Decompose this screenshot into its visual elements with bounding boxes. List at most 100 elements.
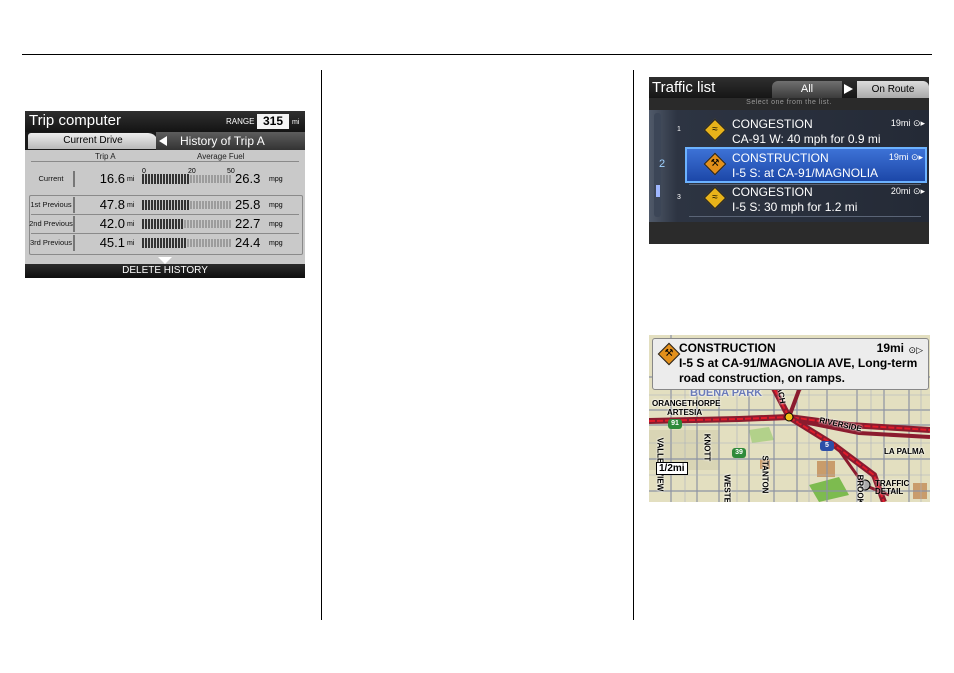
traffic-item-selected[interactable]: 2 ⚒ CONSTRUCTION 19mi ⊙▸ I-5 S: at CA-91/MAG… bbox=[659, 147, 927, 183]
fuel-bar-segment bbox=[175, 238, 177, 248]
fuel-bar-segment bbox=[220, 239, 222, 247]
fuel-bar-segment bbox=[172, 200, 174, 210]
fuel-bar-segment bbox=[199, 239, 201, 247]
tab-all[interactable]: All bbox=[772, 81, 842, 98]
fuel-bar-segment bbox=[157, 174, 159, 184]
fuel-bar-segment bbox=[151, 219, 153, 229]
fuel-bar-segment bbox=[163, 174, 165, 184]
fuel-bar-segment bbox=[217, 175, 219, 183]
fuel-bar-segment bbox=[145, 238, 147, 248]
map-label-orangethorpe: ORANGETHORPE bbox=[652, 399, 721, 408]
map-label-artesia: ARTESIA bbox=[667, 408, 703, 417]
fuel-bar-segment bbox=[151, 200, 153, 210]
traffic-item[interactable]: 3 ≈ CONGESTION 20mi ⊙▸ I-5 S: 30 mph for 1.2… bbox=[677, 183, 927, 215]
fuel-bar-segment bbox=[193, 175, 195, 183]
row-label: 2nd Previous bbox=[29, 216, 75, 232]
row-divider bbox=[31, 233, 299, 234]
range-value: 315 bbox=[257, 114, 289, 129]
hint-text: Select one from the list. bbox=[746, 99, 832, 106]
fuel-bar-segment bbox=[196, 201, 198, 209]
item-number: 1 bbox=[677, 126, 681, 133]
fuel-bar-segment bbox=[184, 174, 186, 184]
fuel-bar-segment bbox=[148, 238, 150, 248]
tab-current-drive[interactable]: Current Drive bbox=[28, 133, 158, 149]
fuel-bar-segment bbox=[199, 201, 201, 209]
trip-unit: mi bbox=[127, 240, 135, 247]
fuel-bar-segment bbox=[181, 174, 183, 184]
fuel-bar-segment bbox=[184, 220, 186, 228]
fuel-bar-segment bbox=[163, 219, 165, 229]
fuel-bar-segment bbox=[199, 175, 201, 183]
fuel-bar-segment bbox=[154, 219, 156, 229]
play-arrow-icon bbox=[844, 84, 853, 94]
fuel-bar-segment bbox=[205, 201, 207, 209]
fuel-bar-segment bbox=[151, 174, 153, 184]
avg-fuel-value: 26.3 bbox=[235, 171, 261, 186]
fuel-bar-segment bbox=[178, 174, 180, 184]
fuel-bar-segment bbox=[166, 238, 168, 248]
trip-row-1st: 1st Previous 47.8 mi 25.8 mpg bbox=[29, 197, 301, 213]
avg-fuel-value: 25.8 bbox=[235, 197, 261, 212]
fuel-bar-segment bbox=[172, 174, 174, 184]
fuel-bar-segment bbox=[211, 239, 213, 247]
column-divider-1 bbox=[321, 70, 322, 620]
map-label-brookhurst: BROOK bbox=[855, 474, 865, 502]
fuel-bar-segment bbox=[220, 201, 222, 209]
traffic-item[interactable]: 1 ≈ CONGESTION 19mi ⊙▸ CA-91 W: 40 mph for 0… bbox=[677, 115, 927, 147]
fuel-bar-segment bbox=[160, 219, 162, 229]
fuel-bar-segment bbox=[169, 219, 171, 229]
fuel-bar-segment bbox=[223, 239, 225, 247]
fuel-bar-segment bbox=[157, 219, 159, 229]
fuel-bar-segment bbox=[163, 238, 165, 248]
item-divider bbox=[689, 216, 921, 217]
col-trip-header: Trip A bbox=[95, 152, 116, 161]
incident-detail: I-5 S: 30 mph for 1.2 mi bbox=[732, 200, 858, 214]
fuel-bar-segment bbox=[175, 200, 177, 210]
fuel-bar-segment bbox=[190, 220, 192, 228]
trip-unit: mi bbox=[127, 202, 135, 209]
fuel-bar-segment bbox=[205, 220, 207, 228]
top-rule bbox=[22, 54, 932, 55]
fuel-bar-segment bbox=[172, 238, 174, 248]
fuel-bar-segment bbox=[214, 175, 216, 183]
fuel-bar-segment bbox=[190, 239, 192, 247]
tab-history-trip-a[interactable]: History of Trip A bbox=[156, 132, 305, 150]
tab-on-route[interactable]: On Route bbox=[857, 81, 929, 98]
trip-distance: 42.0 bbox=[99, 216, 125, 231]
fuel-bar-segment bbox=[211, 220, 213, 228]
fuel-bar-segment bbox=[226, 239, 228, 247]
scroll-knob[interactable] bbox=[656, 185, 660, 197]
fuel-bar-segment bbox=[202, 175, 204, 183]
fuel-bar-segment bbox=[196, 175, 198, 183]
fuel-bar-segment bbox=[226, 175, 228, 183]
header-divider bbox=[31, 161, 299, 162]
fuel-bar-segment bbox=[205, 175, 207, 183]
route-39-shield: 39 bbox=[732, 448, 746, 458]
fuel-bar-segment bbox=[220, 220, 222, 228]
fuel-bar-segment bbox=[142, 238, 144, 248]
fuel-bar-segment bbox=[208, 201, 210, 209]
tab-history-label: History of Trip A bbox=[180, 134, 265, 148]
incident-detail: CA-91 W: 40 mph for 0.9 mi bbox=[732, 132, 881, 146]
fuel-unit: mpg bbox=[269, 240, 283, 247]
fuel-bar-segment bbox=[217, 201, 219, 209]
trip-row-current: Current 16.6 mi 26.3 mpg bbox=[29, 171, 301, 187]
construction-callout[interactable]: ⚒ CONSTRUCTION 19mi ⊙▷ I-5 S at CA-91/MA… bbox=[652, 338, 929, 390]
delete-history-button[interactable]: DELETE HISTORY bbox=[25, 264, 305, 278]
interstate-5-shield: 5 bbox=[820, 441, 834, 451]
trip-distance: 47.8 bbox=[99, 197, 125, 212]
map-label-western: WESTERN bbox=[722, 474, 732, 503]
fuel-bar-segment bbox=[184, 200, 186, 210]
fuel-bar-segment bbox=[169, 238, 171, 248]
fuel-bar-segment bbox=[217, 220, 219, 228]
incident-type: CONSTRUCTION bbox=[732, 151, 829, 165]
fuel-bar-segment bbox=[148, 200, 150, 210]
fuel-bar-segment bbox=[181, 200, 183, 210]
fuel-bar-segment bbox=[214, 201, 216, 209]
traffic-detail-button[interactable]: TRAFFIC DETAIL bbox=[875, 480, 930, 496]
left-arrow-icon bbox=[159, 136, 167, 146]
fuel-bar-segment bbox=[175, 174, 177, 184]
map-scale[interactable]: 1/2mi bbox=[656, 462, 688, 475]
fuel-bar-segment bbox=[154, 200, 156, 210]
incident-distance: 20mi ⊙▸ bbox=[890, 186, 925, 196]
